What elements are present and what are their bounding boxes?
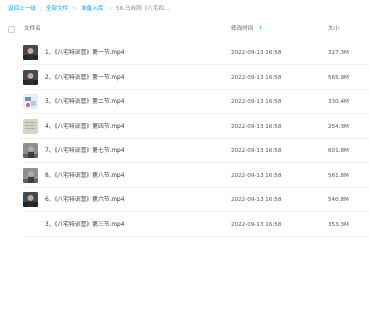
file-row[interactable]: 3、《八宅特训营》第三节.mp4 2022-09-13 16:58 353.3M	[0, 213, 369, 237]
file-row[interactable]: 1、《八宅特训营》第一节.mp4 2022-09-13 16:58 327.3M	[0, 41, 369, 65]
video-thumbnail-icon[interactable]	[23, 143, 38, 158]
file-size: 330.4M	[328, 99, 349, 105]
video-thumbnail-icon[interactable]	[23, 167, 38, 183]
video-thumbnail-icon[interactable]	[23, 45, 38, 60]
file-size: 353.3M	[328, 221, 349, 228]
video-thumbnail-icon[interactable]	[23, 192, 38, 207]
file-modified-time: 2022-09-13 16:58	[231, 50, 282, 56]
file-modified-time: 2022-09-13 16:58	[231, 123, 282, 130]
select-all-checkbox[interactable]	[8, 25, 15, 33]
file-size: 254.3M	[328, 123, 349, 130]
file-size: 601.8M	[328, 148, 349, 154]
video-thumbnail-icon[interactable]	[23, 118, 38, 134]
breadcrumb-all-files-link[interactable]: 全部文件	[46, 6, 68, 12]
file-row[interactable]: 7、《八宅特训营》第七节.mp4 2022-09-13 16:58 601.8M	[0, 139, 369, 163]
column-header-modified[interactable]: 修改时间 ↑	[231, 22, 263, 36]
file-row[interactable]: 4、《八宅特训营》第四节.mp4 2022-09-13 16:58 254.3M	[0, 115, 369, 139]
file-list-header: 文件名 修改时间 ↑ 大小	[0, 22, 369, 36]
video-thumbnail-icon[interactable]	[23, 69, 38, 85]
chevron-right-icon: >	[107, 6, 113, 12]
file-name[interactable]: 8、《八宅特训营》第八节.mp4	[45, 164, 124, 188]
column-header-size[interactable]: 大小	[328, 22, 339, 36]
breadcrumb: 返回上一级 | 全部文件 > 准备入库 >56.马自刚《八宅四...	[8, 3, 169, 15]
file-name[interactable]: 3、《八宅特训营》第三节.mp4	[45, 213, 124, 237]
file-name[interactable]: 6、《八宅特训营》第六节.mp4	[45, 188, 124, 212]
chevron-right-icon: >	[72, 6, 77, 12]
file-size: 565.9M	[328, 74, 349, 81]
file-modified-time: 2022-09-13 16:58	[231, 99, 282, 105]
file-size: 561.8M	[328, 172, 349, 179]
breadcrumb-folder-link[interactable]: 准备入库	[81, 6, 103, 12]
file-modified-time: 2022-09-13 16:58	[231, 172, 282, 179]
file-modified-time: 2022-09-13 16:58	[231, 148, 282, 154]
column-header-name[interactable]: 文件名	[24, 22, 41, 36]
video-thumbnail-icon[interactable]	[23, 94, 38, 109]
file-row[interactable]: 3、《八宅特训营》第二节.mp4 2022-09-13 16:58 330.4M	[0, 90, 369, 114]
breadcrumb-current-folder: 56.马自刚《八宅四...	[116, 6, 170, 12]
file-row[interactable]: 6、《八宅特训营》第六节.mp4 2022-09-13 16:58 540.8M	[0, 188, 369, 212]
file-modified-time: 2022-09-13 16:58	[231, 197, 282, 203]
file-row[interactable]: 2、《八宅特训营》第一节.mp4 2022-09-13 16:58 565.9M	[0, 66, 369, 90]
file-name[interactable]: 2、《八宅特训营》第一节.mp4	[45, 66, 124, 90]
file-size: 327.3M	[328, 50, 349, 56]
file-name[interactable]: 4、《八宅特训营》第四节.mp4	[45, 115, 124, 139]
arrow-up-icon[interactable]: ↑	[258, 26, 263, 32]
breadcrumb-separator: |	[39, 6, 42, 12]
file-name[interactable]: 7、《八宅特训营》第七节.mp4	[45, 139, 124, 163]
file-name[interactable]: 1、《八宅特训营》第一节.mp4	[45, 41, 124, 65]
file-row[interactable]: 8、《八宅特训营》第八节.mp4 2022-09-13 16:58 561.8M	[0, 164, 369, 188]
file-size: 540.8M	[328, 197, 349, 203]
column-header-modified-label: 修改时间	[231, 26, 254, 32]
file-modified-time: 2022-09-13 16:58	[231, 221, 282, 228]
file-name[interactable]: 3、《八宅特训营》第二节.mp4	[45, 90, 124, 114]
file-modified-time: 2022-09-13 16:58	[231, 74, 282, 81]
breadcrumb-back-link[interactable]: 返回上一级	[8, 6, 36, 12]
